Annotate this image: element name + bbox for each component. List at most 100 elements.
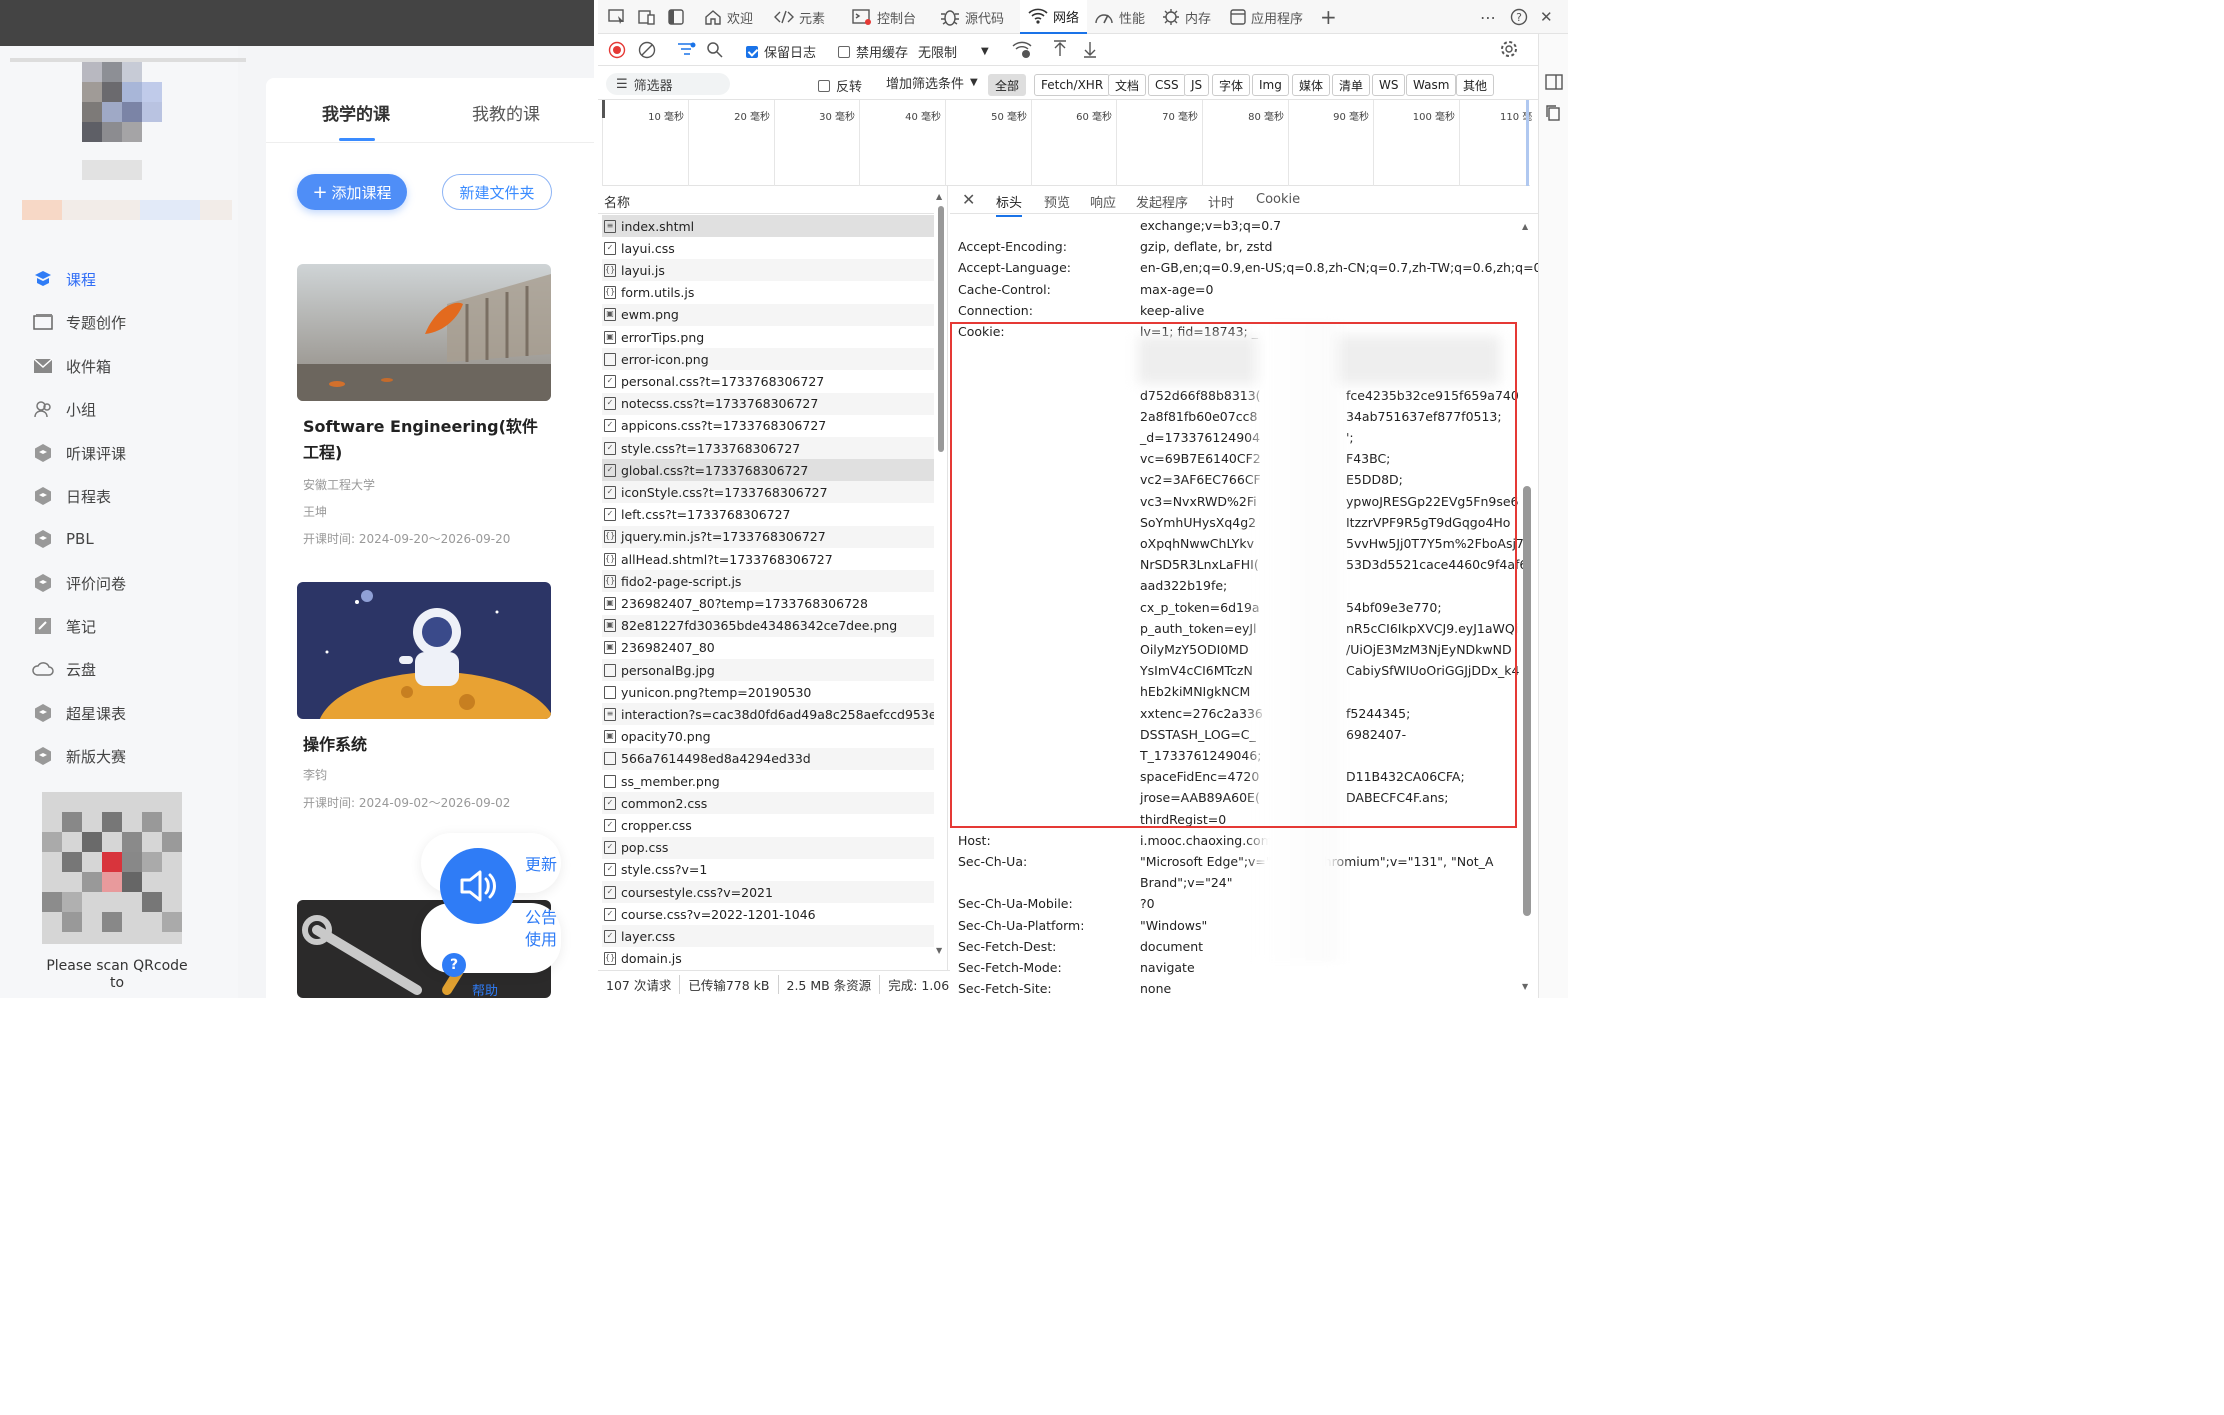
update-link[interactable]: 更新: [525, 851, 557, 875]
new-folder-button[interactable]: 新建文件夹: [442, 174, 552, 210]
request-row[interactable]: ✓ notecss.css?t=1733768306727: [602, 392, 934, 415]
sidebar-item-topic[interactable]: 专题创作: [32, 307, 126, 337]
course-title[interactable]: Software Engineering(软件工程): [303, 414, 543, 466]
download-icon[interactable]: [1082, 40, 1098, 62]
network-timeline[interactable]: 10 毫秒 20 毫秒 30 毫秒 40 毫秒 50 毫秒 60 毫秒 70 毫…: [602, 100, 1532, 186]
checkbox[interactable]: [746, 45, 758, 58]
invert-checkbox[interactable]: 反转: [818, 76, 862, 95]
request-row[interactable]: {} jquery.min.js?t=1733768306727: [602, 525, 934, 548]
tab-performance[interactable]: 性能: [1094, 0, 1145, 34]
request-row[interactable]: ✓ common2.css: [602, 792, 934, 815]
sidebar-item-group[interactable]: 小组: [32, 394, 96, 424]
throttle-select[interactable]: 无限制 ▼: [918, 42, 989, 61]
tab-response[interactable]: 响应: [1090, 192, 1116, 211]
more-options-icon[interactable]: ⋯: [1480, 0, 1496, 34]
request-row[interactable]: ✓ iconStyle.css?t=1733768306727: [602, 481, 934, 504]
filter-img[interactable]: Img: [1252, 74, 1289, 96]
request-row[interactable]: error-icon.png: [602, 348, 934, 371]
sidebar-item-cloud[interactable]: 云盘: [32, 654, 96, 684]
preserve-log-checkbox[interactable]: 保留日志: [746, 42, 816, 61]
network-conditions-icon[interactable]: [1012, 41, 1032, 63]
filter-ws[interactable]: WS: [1372, 74, 1406, 96]
scrollbar-thumb[interactable]: [1523, 486, 1531, 916]
filter-doc[interactable]: 文档: [1108, 74, 1147, 96]
request-row[interactable]: {} fido2-page-script.js: [602, 570, 934, 593]
request-row[interactable]: ▣ 236982407_80: [602, 637, 934, 659]
request-row[interactable]: {} allHead.shtml?t=1733768306727: [602, 548, 934, 570]
filter-input[interactable]: ☰ 筛选器: [606, 73, 730, 95]
sidebar-item-survey[interactable]: 评价问卷: [32, 568, 126, 598]
add-tab-button[interactable]: +: [1320, 0, 1337, 34]
add-course-button[interactable]: + 添加课程: [297, 174, 407, 210]
clear-icon[interactable]: [638, 41, 656, 63]
course-title[interactable]: 操作系统: [303, 732, 543, 758]
request-row[interactable]: ▣ 82e81227fd30365bde43486342ce7dee.png: [602, 614, 934, 637]
filter-manifest[interactable]: 清单: [1332, 74, 1371, 96]
tab-cookie[interactable]: Cookie: [1256, 192, 1300, 207]
request-row[interactable]: {} form.utils.js: [602, 282, 934, 304]
request-row[interactable]: ✓ appicons.css?t=1733768306727: [602, 415, 934, 437]
sidebar-icon[interactable]: [668, 0, 684, 34]
request-row[interactable]: ▣ ewm.png: [602, 303, 934, 326]
filter-all[interactable]: 全部: [988, 74, 1027, 96]
help-icon[interactable]: ?: [442, 953, 466, 977]
tab-teaching[interactable]: 我教的课: [472, 100, 540, 125]
sidebar-item-inbox[interactable]: 收件箱: [32, 351, 111, 381]
disable-cache-checkbox[interactable]: 禁用缓存: [838, 42, 908, 61]
tab-learning[interactable]: 我学的课: [322, 100, 390, 125]
sidebar-item-timetable[interactable]: 超星课表: [32, 698, 126, 728]
speaker-icon[interactable]: [440, 848, 516, 924]
checkbox[interactable]: [818, 79, 830, 92]
tab-preview[interactable]: 预览: [1044, 192, 1070, 211]
close-icon[interactable]: ✕: [1540, 0, 1553, 34]
search-icon[interactable]: [706, 41, 724, 63]
request-row[interactable]: {} domain.js: [602, 948, 934, 970]
request-list-scrollbar[interactable]: ▲ ▼: [934, 192, 947, 962]
tab-console[interactable]: 控制台: [852, 0, 916, 34]
upload-icon[interactable]: [1052, 40, 1068, 62]
request-row[interactable]: ✓ course.css?v=2022-1201-1046: [602, 903, 934, 925]
device-icon[interactable]: [638, 0, 656, 34]
request-row[interactable]: ✓ left.css?t=1733768306727: [602, 504, 934, 526]
request-row[interactable]: ✓ cropper.css: [602, 814, 934, 836]
detail-scrollbar[interactable]: ▲ ▼: [1520, 218, 1532, 998]
help-icon[interactable]: ?: [1510, 0, 1528, 34]
tab-application[interactable]: 应用程序: [1230, 0, 1303, 34]
inspect-icon[interactable]: [608, 0, 626, 34]
request-row[interactable]: ✓ style.css?t=1733768306727: [602, 437, 934, 459]
record-icon[interactable]: [608, 41, 626, 63]
request-row[interactable]: ✓ coursestyle.css?v=2021: [602, 881, 934, 903]
request-row[interactable]: ≡ index.shtml: [602, 215, 934, 237]
sidebar-item-course[interactable]: 课程: [32, 264, 96, 294]
usage-link[interactable]: 使用: [525, 926, 557, 950]
filter-other[interactable]: 其他: [1456, 74, 1495, 96]
course-cover-image[interactable]: [297, 264, 551, 401]
sidebar-item-pbl[interactable]: PBL: [32, 524, 94, 554]
sidebar-item-listen[interactable]: 听课评课: [32, 438, 126, 468]
more-filters-dropdown[interactable]: 增加筛选条件 ▼: [886, 73, 978, 92]
request-row[interactable]: ss_member.png: [602, 770, 934, 792]
tab-headers[interactable]: 标头: [996, 192, 1023, 217]
tab-welcome[interactable]: 欢迎: [704, 0, 753, 34]
filter-media[interactable]: 媒体: [1292, 74, 1331, 96]
request-row[interactable]: ✓ layer.css: [602, 925, 934, 948]
request-row[interactable]: ✓ personal.css?t=1733768306727: [602, 370, 934, 392]
request-row[interactable]: personalBg.jpg: [602, 659, 934, 681]
tab-network[interactable]: 网络: [1020, 0, 1088, 34]
tab-memory[interactable]: 内存: [1162, 0, 1211, 34]
sidebar-item-schedule[interactable]: 日程表: [32, 481, 111, 511]
dock-icon[interactable]: [1545, 74, 1563, 94]
request-row[interactable]: ✓ layui.css: [602, 237, 934, 259]
request-row[interactable]: yunicon.png?temp=20190530: [602, 681, 934, 703]
filter-js[interactable]: JS: [1184, 74, 1210, 96]
sidebar-item-contest[interactable]: 新版大赛: [32, 741, 126, 771]
filter-wasm[interactable]: Wasm: [1406, 74, 1457, 96]
tab-initiator[interactable]: 发起程序: [1136, 192, 1188, 211]
close-icon[interactable]: ✕: [962, 190, 975, 209]
filter-toggle-icon[interactable]: [676, 41, 696, 63]
request-row[interactable]: ✓ global.css?t=1733768306727: [602, 459, 934, 482]
tab-timing[interactable]: 计时: [1208, 192, 1234, 211]
tab-sources[interactable]: 源代码: [940, 0, 1004, 34]
copy-icon[interactable]: [1545, 104, 1561, 126]
scrollbar-thumb[interactable]: [938, 206, 944, 452]
